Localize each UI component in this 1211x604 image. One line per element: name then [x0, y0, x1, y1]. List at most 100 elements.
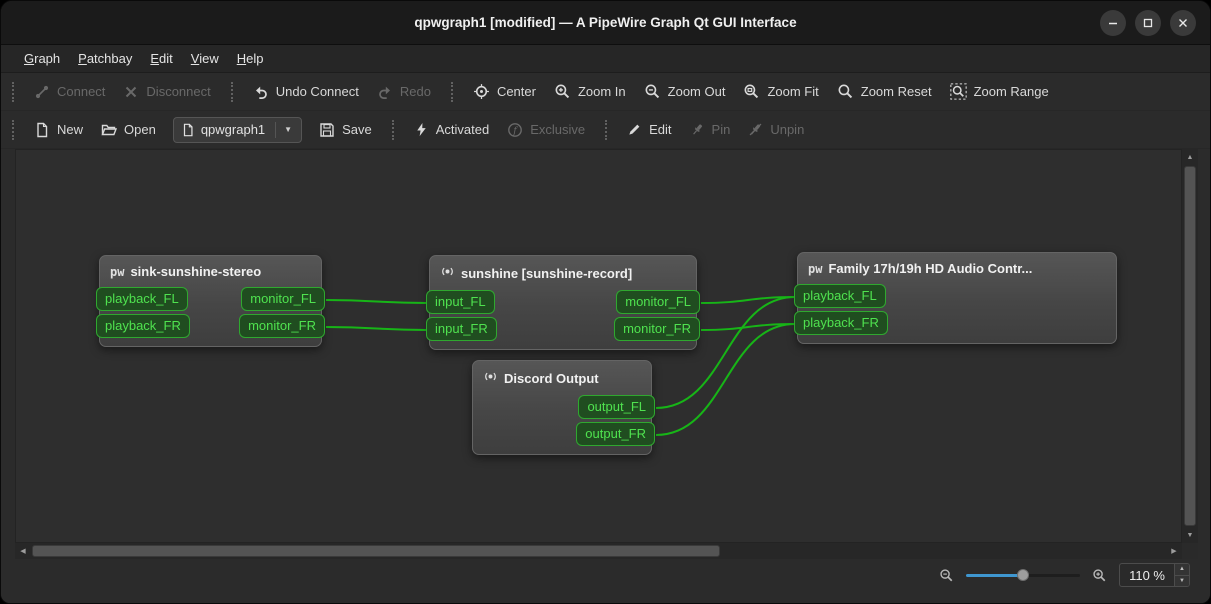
graph-node-family[interactable]: pwFamily 17h/19h HD Audio Contr...playba…: [797, 252, 1117, 344]
activated-button[interactable]: Activated: [405, 117, 498, 142]
port-monitor_FR[interactable]: monitor_FR: [239, 314, 325, 338]
zoom-slider-thumb[interactable]: [1017, 569, 1029, 581]
connect-icon: [34, 84, 50, 100]
port-monitor_FL[interactable]: monitor_FL: [241, 287, 325, 311]
menu-edit[interactable]: Edit: [141, 47, 181, 70]
connect-label: Connect: [57, 84, 105, 99]
connection-wire[interactable]: [326, 327, 427, 330]
chevron-down-icon: ▼: [282, 125, 294, 134]
zoom-value[interactable]: 110 %: [1120, 564, 1174, 586]
horizontal-scrollbar[interactable]: ◀ ▶: [15, 543, 1182, 559]
zoom-reset-label: Zoom Reset: [861, 84, 932, 99]
window-title: qpwgraph1 [modified] — A PipeWire Graph …: [414, 15, 796, 30]
toolbar-drag-handle[interactable]: [12, 82, 17, 102]
vertical-scroll-handle[interactable]: [1184, 166, 1196, 526]
zoom-range-label: Zoom Range: [974, 84, 1049, 99]
maximize-button[interactable]: [1135, 10, 1161, 36]
zoom-fit-button[interactable]: Zoom Fit: [734, 78, 827, 105]
connection-wire[interactable]: [701, 324, 795, 330]
connection-wire[interactable]: [326, 300, 427, 303]
disconnect-label: Disconnect: [146, 84, 210, 99]
vertical-scrollbar[interactable]: ▲ ▼: [1182, 149, 1198, 543]
zoom-in-label: Zoom In: [578, 84, 626, 99]
toolbar-drag-handle[interactable]: [392, 120, 397, 140]
save-button[interactable]: Save: [310, 117, 381, 143]
exclusive-label: Exclusive: [530, 122, 585, 137]
undo-connect-label: Undo Connect: [276, 84, 359, 99]
graph-node-sunshine[interactable]: sunshine [sunshine-record]input_FLmonito…: [429, 255, 697, 350]
patchbay-combobox[interactable]: qpwgraph1 ▼: [173, 117, 302, 143]
toolbar-drag-handle[interactable]: [231, 82, 236, 102]
menu-help[interactable]: Help: [228, 47, 273, 70]
port-input_FL[interactable]: input_FL: [426, 290, 495, 314]
menu-graph[interactable]: Graph: [15, 47, 69, 70]
graph-toolbar: Connect Disconnect Undo Connect Redo Cen…: [1, 73, 1210, 111]
zoom-reset-button[interactable]: Zoom Reset: [828, 78, 941, 105]
patchbay-file-icon: [181, 123, 195, 137]
graph-node-sink[interactable]: pwsink-sunshine-stereoplayback_FLmonitor…: [99, 255, 322, 347]
port-monitor_FL[interactable]: monitor_FL: [616, 290, 700, 314]
port-playback_FR[interactable]: playback_FR: [96, 314, 190, 338]
connect-button[interactable]: Connect: [25, 79, 114, 105]
zoom-out-icon: [644, 83, 661, 100]
pin-button[interactable]: Pin: [681, 117, 740, 142]
redo-button[interactable]: Redo: [368, 79, 440, 105]
center-icon: [473, 83, 490, 100]
new-label: New: [57, 122, 83, 137]
minimize-button[interactable]: [1100, 10, 1126, 36]
horizontal-scroll-handle[interactable]: [32, 545, 720, 557]
port-playback_FL[interactable]: playback_FL: [96, 287, 188, 311]
zoom-spinbox[interactable]: 110 % ▲ ▼: [1119, 563, 1190, 587]
port-output_FL[interactable]: output_FL: [578, 395, 655, 419]
statusbar-zoom-in-icon[interactable]: [1092, 568, 1107, 583]
edit-button[interactable]: Edit: [618, 117, 680, 142]
zoom-out-button[interactable]: Zoom Out: [635, 78, 735, 105]
connection-wire[interactable]: [701, 297, 795, 303]
graph-node-discord[interactable]: Discord Outputoutput_FLoutput_FR: [472, 360, 652, 455]
disconnect-button[interactable]: Disconnect: [114, 79, 219, 105]
speaker-icon: [440, 264, 455, 282]
zoom-slider[interactable]: [966, 567, 1080, 583]
zoom-spin-up[interactable]: ▲: [1175, 564, 1189, 575]
scroll-down-arrow[interactable]: ▼: [1182, 527, 1198, 543]
open-label: Open: [124, 122, 156, 137]
statusbar-zoom-out-icon[interactable]: [939, 568, 954, 583]
toolbar-drag-handle[interactable]: [605, 120, 610, 140]
titlebar[interactable]: qpwgraph1 [modified] — A PipeWire Graph …: [1, 1, 1210, 45]
scroll-left-arrow[interactable]: ◀: [15, 543, 31, 559]
unpin-button[interactable]: Unpin: [739, 117, 813, 142]
graph-canvas[interactable]: pwsink-sunshine-stereoplayback_FLmonitor…: [15, 149, 1182, 543]
center-label: Center: [497, 84, 536, 99]
new-button[interactable]: New: [25, 117, 92, 143]
redo-icon: [377, 84, 393, 100]
lightning-icon: [414, 122, 429, 137]
undo-connect-button[interactable]: Undo Connect: [244, 79, 368, 105]
exclusive-button[interactable]: f Exclusive: [498, 117, 594, 143]
zoom-spin-down[interactable]: ▼: [1175, 575, 1189, 587]
close-button[interactable]: [1170, 10, 1196, 36]
node-title: Family 17h/19h HD Audio Contr...: [828, 261, 1032, 276]
edit-label: Edit: [649, 122, 671, 137]
scroll-right-arrow[interactable]: ▶: [1166, 543, 1182, 559]
menu-patchbay[interactable]: Patchbay: [69, 47, 141, 70]
center-button[interactable]: Center: [464, 78, 545, 105]
pin-icon: [690, 122, 705, 137]
menu-view[interactable]: View: [182, 47, 228, 70]
patchbay-combo-value: qpwgraph1: [201, 122, 265, 137]
zoom-range-button[interactable]: Zoom Range: [941, 78, 1058, 105]
pipewire-icon: pw: [110, 266, 124, 278]
port-playback_FR[interactable]: playback_FR: [794, 311, 888, 335]
zoom-fit-icon: [743, 83, 760, 100]
zoom-in-icon: [554, 83, 571, 100]
port-monitor_FR[interactable]: monitor_FR: [614, 317, 700, 341]
port-playback_FL[interactable]: playback_FL: [794, 284, 886, 308]
port-input_FR[interactable]: input_FR: [426, 317, 497, 341]
zoom-spin-buttons: ▲ ▼: [1174, 564, 1189, 586]
zoom-in-button[interactable]: Zoom In: [545, 78, 635, 105]
toolbar-drag-handle[interactable]: [451, 82, 456, 102]
toolbar-drag-handle[interactable]: [12, 120, 17, 140]
open-button[interactable]: Open: [92, 117, 165, 143]
scroll-up-arrow[interactable]: ▲: [1182, 149, 1198, 165]
app-window: qpwgraph1 [modified] — A PipeWire Graph …: [0, 0, 1211, 604]
port-output_FR[interactable]: output_FR: [576, 422, 655, 446]
